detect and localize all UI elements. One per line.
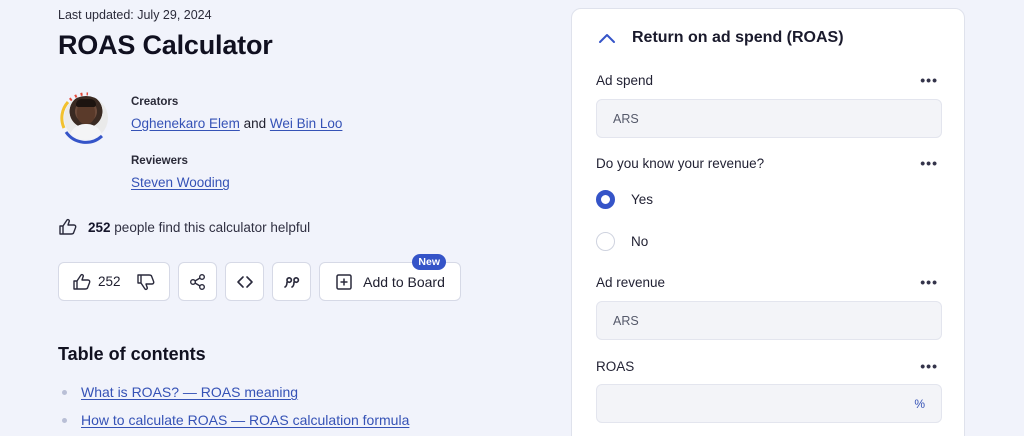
- ad-spend-input[interactable]: ARS: [596, 99, 942, 138]
- ad-revenue-label: Ad revenue: [596, 275, 666, 290]
- toc-link-what-is-roas[interactable]: What is ROAS? — ROAS meaning: [81, 384, 298, 400]
- last-updated: Last updated: July 29, 2024: [58, 8, 212, 22]
- radio-yes-label: Yes: [631, 192, 654, 207]
- share-button[interactable]: [178, 262, 217, 301]
- list-item: How to calculate ROAS — ROAS calculation…: [62, 412, 409, 428]
- calculator-panel: Return on ad spend (ROAS) Ad spend ••• A…: [571, 8, 965, 436]
- thumbs-up-icon: [59, 218, 77, 235]
- radio-no[interactable]: [596, 232, 615, 251]
- reviewer-link-1[interactable]: Steven Wooding: [131, 175, 230, 190]
- radio-option-yes[interactable]: Yes: [596, 190, 653, 209]
- cite-button[interactable]: [272, 262, 311, 301]
- action-bar: 252 Add to Board New: [58, 254, 461, 301]
- section-title: Return on ad spend (ROAS): [632, 29, 844, 46]
- creators-block: Creators Oghenekaro Elem and Wei Bin Loo: [131, 96, 342, 131]
- ad-spend-label: Ad spend: [596, 73, 654, 88]
- chevron-up-icon[interactable]: [598, 32, 616, 44]
- add-box-icon: [336, 273, 352, 290]
- roas-label: ROAS: [596, 359, 635, 374]
- toc-title: Table of contents: [58, 344, 206, 364]
- toc-link-how-to-calculate[interactable]: How to calculate ROAS — ROAS calculation…: [81, 412, 409, 428]
- radio-no-label: No: [631, 234, 649, 249]
- and-text: and: [243, 116, 267, 131]
- helpful-summary: 252 people find this calculator helpful: [58, 218, 310, 236]
- ad-spend-unit: ARS: [613, 111, 639, 126]
- ad-spend-more-icon[interactable]: •••: [920, 72, 938, 88]
- thumbs-down-icon[interactable]: [136, 273, 156, 291]
- section-header[interactable]: Return on ad spend (ROAS): [598, 29, 844, 47]
- know-revenue-label: Do you know your revenue?: [596, 156, 765, 171]
- creator-link-1[interactable]: Oghenekaro Elem: [131, 116, 240, 131]
- new-badge: New: [412, 254, 446, 270]
- vote-button-group: 252: [58, 262, 170, 301]
- avatar-photo: [64, 96, 108, 140]
- quote-icon: [283, 276, 299, 288]
- share-icon: [189, 273, 205, 290]
- creators-label: Creators: [131, 96, 179, 108]
- creator-link-2[interactable]: Wei Bin Loo: [270, 116, 343, 131]
- radio-option-no[interactable]: No: [596, 232, 648, 251]
- vote-count: 252: [98, 274, 121, 289]
- roas-input[interactable]: %: [596, 384, 942, 423]
- article-header: Last updated: July 29, 2024 ROAS Calcula…: [58, 0, 538, 436]
- add-to-board-label: Add to Board: [363, 273, 445, 290]
- ad-revenue-unit: ARS: [613, 313, 639, 328]
- page-title: ROAS Calculator: [58, 30, 273, 60]
- ad-revenue-input[interactable]: ARS: [596, 301, 942, 340]
- radio-yes[interactable]: [596, 190, 615, 209]
- helpful-count: 252: [88, 219, 111, 235]
- helpful-text: people find this calculator helpful: [114, 219, 311, 235]
- roas-more-icon[interactable]: •••: [920, 358, 938, 374]
- thumbs-up-icon[interactable]: [72, 273, 92, 291]
- reviewers-label: Reviewers: [131, 155, 188, 167]
- ad-revenue-more-icon[interactable]: •••: [920, 274, 938, 290]
- avatar[interactable]: [58, 88, 110, 150]
- embed-button[interactable]: [225, 262, 264, 301]
- roas-unit: %: [914, 396, 925, 411]
- add-to-board-button[interactable]: Add to Board New: [319, 254, 461, 301]
- list-item: What is ROAS? — ROAS meaning: [62, 384, 409, 400]
- know-revenue-more-icon[interactable]: •••: [920, 155, 938, 171]
- reviewers-block: Reviewers Steven Wooding: [131, 155, 230, 190]
- code-icon: [236, 275, 253, 288]
- table-of-contents: What is ROAS? — ROAS meaning How to calc…: [62, 384, 409, 436]
